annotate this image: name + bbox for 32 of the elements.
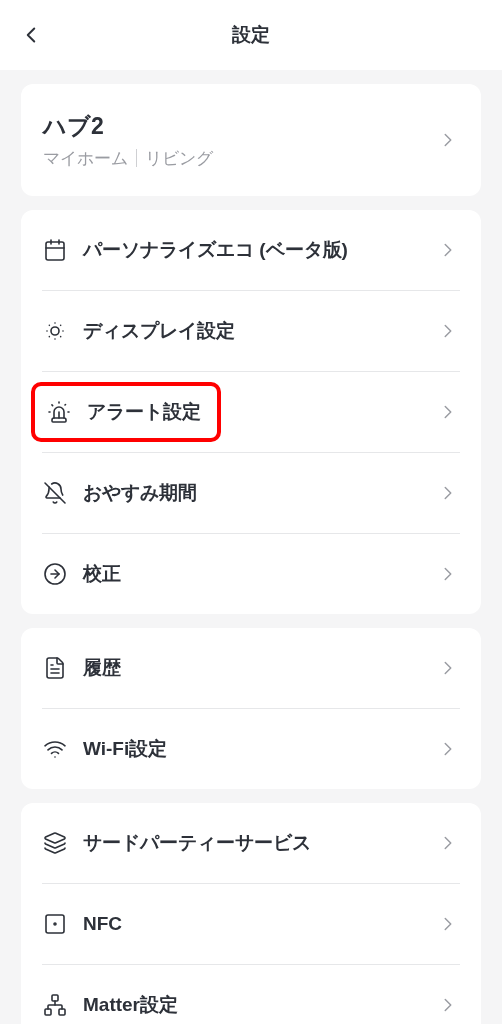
row-label: Matter設定 [83,992,178,1017]
home-name: マイホーム [43,147,128,170]
row-label: おやすみ期間 [83,480,197,505]
settings-row[interactable]: Wi-Fi設定 [21,709,481,789]
room-name: リビング [145,147,213,170]
row-label: 履歴 [83,655,121,680]
calendar-icon [43,238,67,262]
settings-row[interactable]: Matter設定 [21,965,481,1024]
document-icon [43,656,67,680]
row-label: NFC [83,911,123,936]
sun-icon [43,319,67,343]
device-name: ハブ2 [43,112,105,141]
row-label: Wi-Fi設定 [83,736,168,761]
row-label: 校正 [83,561,121,586]
page-title: 設定 [232,22,270,47]
settings-row[interactable]: サードパーティーサービス [21,803,481,883]
device-card[interactable]: ハブ2 マイホーム リビング [21,84,481,196]
siren-icon [47,400,71,424]
bell-icon [43,481,67,505]
settings-row[interactable]: おやすみ期間 [21,453,481,533]
settings-row[interactable]: アラート設定 [21,372,481,452]
row-label: ディスプレイ設定 [83,318,235,343]
layers-icon [43,831,67,855]
settings-row[interactable]: パーソナライズエコ (ベータ版) [21,210,481,290]
network-icon [43,993,67,1017]
settings-row[interactable]: NFC [21,884,481,964]
row-label: アラート設定 [87,399,201,424]
settings-row[interactable]: ディスプレイ設定 [21,291,481,371]
row-label: パーソナライズエコ (ベータ版) [83,237,348,262]
row-label: サードパーティーサービス [83,830,311,855]
settings-row[interactable]: 校正 [21,534,481,614]
settings-row[interactable]: 履歴 [21,628,481,708]
